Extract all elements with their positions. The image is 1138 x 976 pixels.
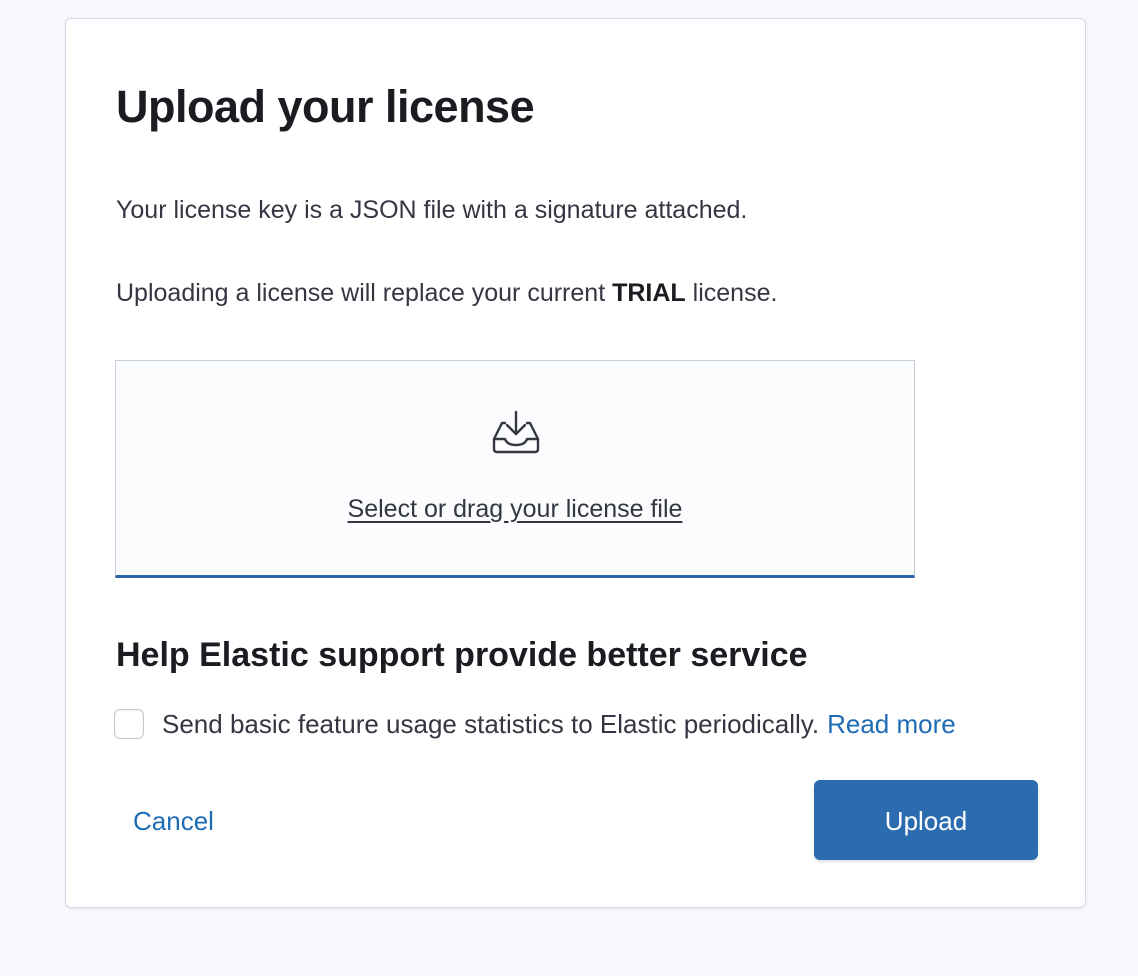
telemetry-opt-in-row: Send basic feature usage statistics to E… (114, 704, 956, 744)
license-description: Your license key is a JSON file with a s… (116, 196, 748, 224)
upload-license-panel: Upload your license Your license key is … (65, 18, 1086, 908)
telemetry-checkbox[interactable] (114, 709, 144, 739)
telemetry-checkbox-label[interactable]: Send basic feature usage statistics to E… (162, 708, 819, 740)
dropzone-label[interactable]: Select or drag your license file (116, 493, 914, 525)
notice-text-after: license. (685, 279, 778, 307)
upload-button[interactable]: Upload (814, 780, 1038, 860)
license-replace-notice: Uploading a license will replace your cu… (116, 277, 777, 309)
cancel-button[interactable]: Cancel (133, 801, 214, 841)
page-title: Upload your license (116, 81, 535, 132)
telemetry-section-title: Help Elastic support provide better serv… (116, 636, 808, 674)
read-more-link[interactable]: Read more (827, 708, 956, 740)
license-file-dropzone[interactable]: Select or drag your license file (115, 360, 915, 578)
notice-text-before: Uploading a license will replace your cu… (116, 279, 613, 307)
upload-tray-icon (492, 410, 540, 454)
current-license-type: TRIAL (612, 279, 686, 307)
